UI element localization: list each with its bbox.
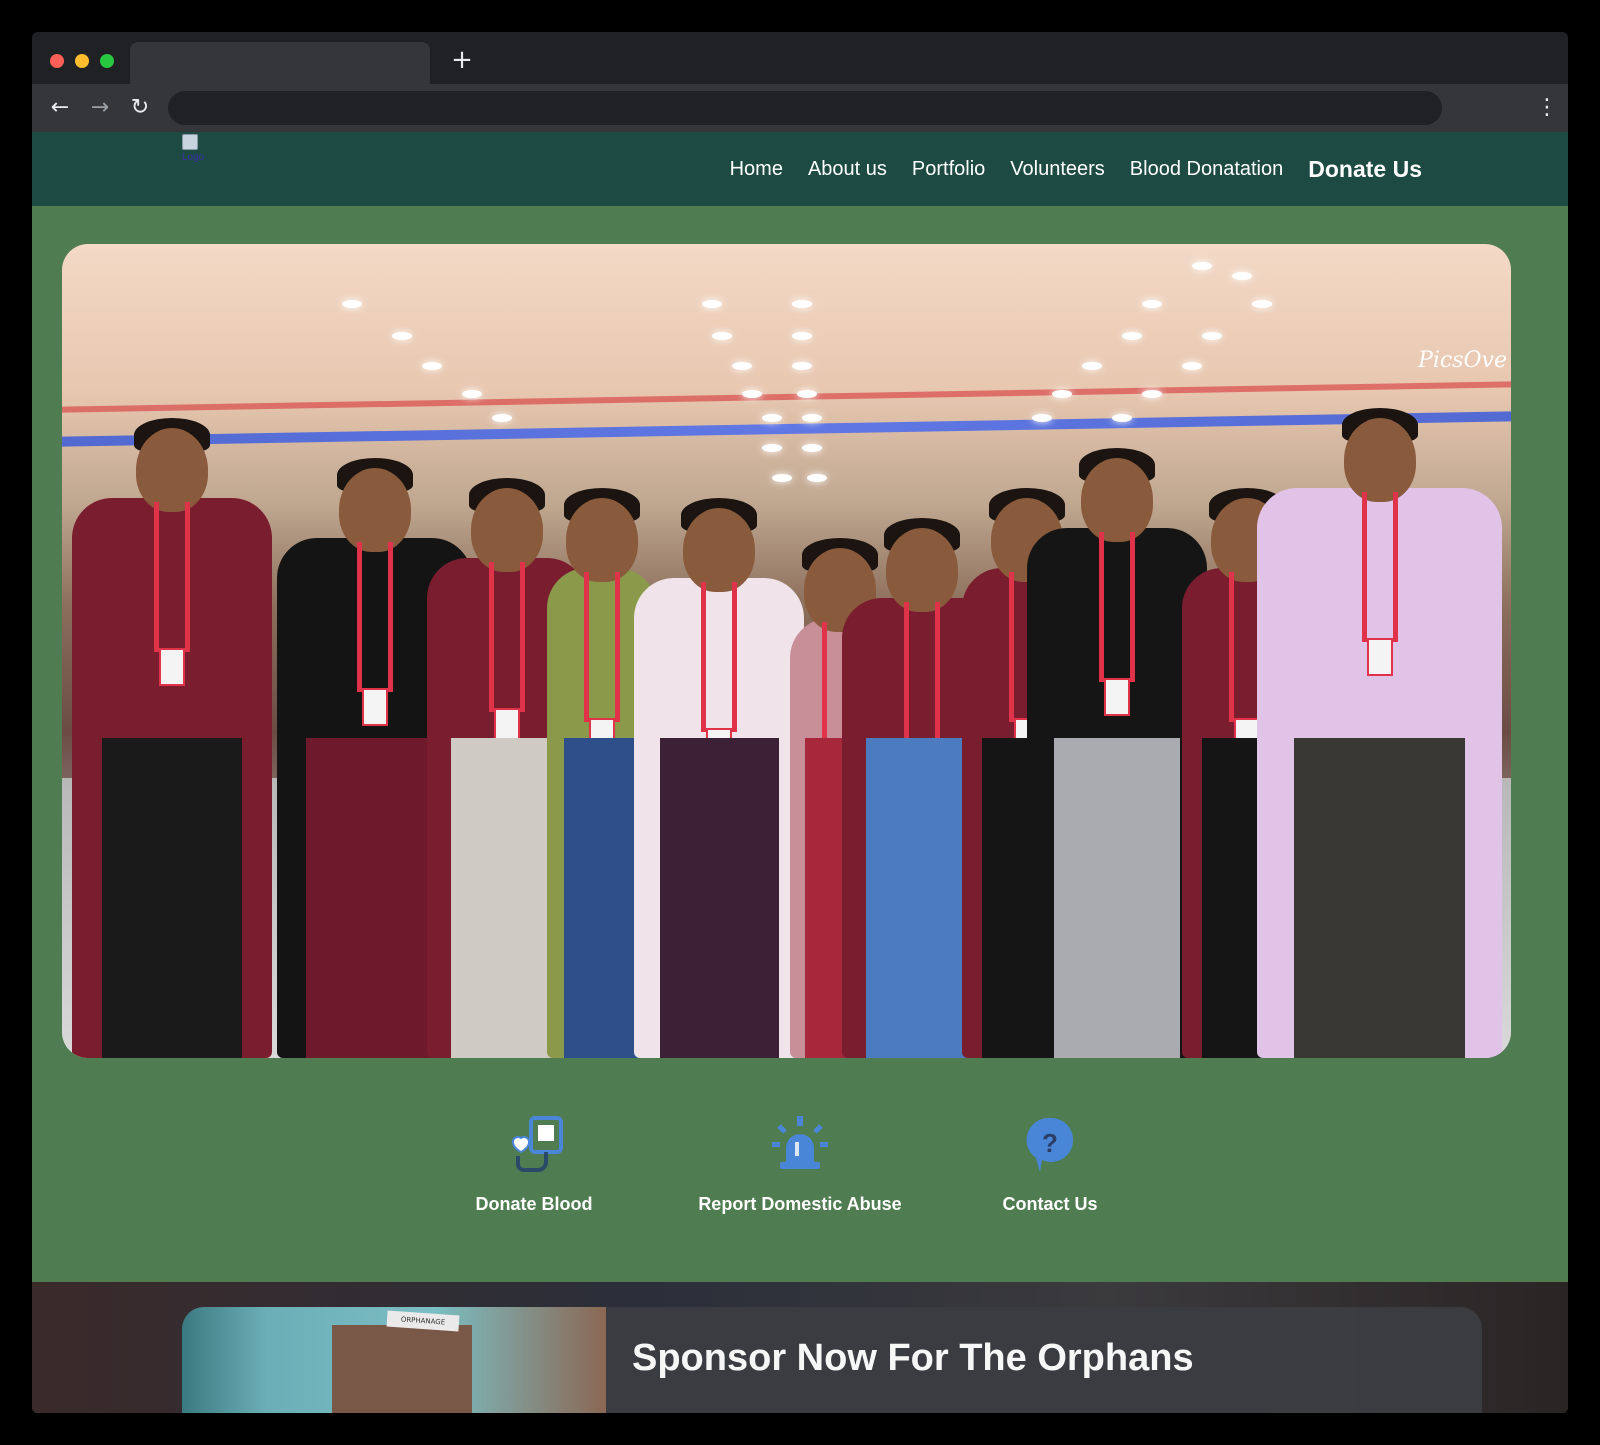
service-label: Contact Us [1002,1194,1098,1214]
ceiling-light [802,444,822,452]
volunteer-person [72,418,272,1058]
ceiling-light [1142,300,1162,308]
service-report-abuse[interactable]: Report Domestic Abuse [690,1112,910,1215]
service-label: Report Domestic Abuse [698,1194,902,1214]
volunteer-person [1027,448,1207,1058]
ceiling-light [792,362,812,370]
sponsor-card[interactable]: ORPHANAGE Sponsor Now For The Orphans [182,1307,1482,1413]
ceiling-light [762,414,782,422]
services-row: Donate Blood Report Domestic Abuse ? Con… [32,1112,1568,1232]
ceiling-light [702,300,722,308]
orphanage-building [332,1325,472,1413]
sponsor-title: Sponsor Now For The Orphans [632,1337,1194,1379]
ceiling-light [1122,332,1142,340]
ceiling-light [422,362,442,370]
ceiling-light [1112,414,1132,422]
hero-image: PicsOve [62,244,1511,1058]
ceiling-light [802,414,822,422]
ceiling-light [792,332,812,340]
address-bar[interactable] [168,91,1442,125]
nav-home[interactable]: Home [730,158,783,181]
nav-portfolio[interactable]: Portfolio [912,158,985,181]
ceiling-light [1032,414,1052,422]
ceiling-red-band [62,381,1511,413]
forward-arrow-icon[interactable]: → [84,92,116,124]
ceiling-light [1182,362,1202,370]
ceiling-light [807,474,827,482]
ceiling-light [772,474,792,482]
back-arrow-icon[interactable]: ← [44,92,76,124]
close-window-button[interactable] [50,54,64,68]
main-nav: Home About us Portfolio Volunteers Blood… [730,156,1422,183]
browser-window: + ← → ↻ ⋮ Logo Home About us Portfolio V… [32,32,1568,1413]
service-donate-blood[interactable]: Donate Blood [472,1112,596,1215]
minimize-window-button[interactable] [75,54,89,68]
reload-icon[interactable]: ↻ [124,92,156,124]
ceiling-light [1082,362,1102,370]
ceiling-light [1192,262,1212,270]
logo-alt-text: Logo [182,152,205,163]
ceiling-light [1232,272,1252,280]
question-bubble-icon: ? [1026,1117,1074,1172]
ceiling-light [1252,300,1272,308]
browser-toolbar: ← → ↻ ⋮ [32,84,1568,132]
ceiling-light [797,390,817,398]
ceiling-light [492,414,512,422]
new-tab-button[interactable]: + [448,46,476,74]
svg-text:?: ? [1042,1128,1058,1158]
page-viewport: Logo Home About us Portfolio Volunteers … [32,132,1568,1413]
orphanage-image: ORPHANAGE [182,1307,606,1413]
nav-blood-donation[interactable]: Blood Donatation [1130,158,1283,181]
nav-volunteers[interactable]: Volunteers [1010,158,1105,181]
nav-about-us[interactable]: About us [808,158,887,181]
ceiling-light [732,362,752,370]
ceiling-light [342,300,362,308]
ceiling-light [712,332,732,340]
photo-watermark: PicsOve [1418,348,1507,373]
ceiling-light [742,390,762,398]
ceiling-blue-band [62,411,1511,447]
sponsor-section: ORPHANAGE Sponsor Now For The Orphans [32,1282,1568,1413]
nav-donate-us[interactable]: Donate Us [1308,156,1422,183]
ceiling-light [1202,332,1222,340]
site-logo[interactable]: Logo [182,132,222,166]
service-contact-us[interactable]: ? Contact Us [998,1112,1102,1215]
volunteer-person [634,498,804,1058]
ceiling-light [762,444,782,452]
blood-donation-icon [511,1116,563,1172]
service-label: Donate Blood [475,1194,593,1214]
tab-strip: + [32,32,1568,84]
maximize-window-button[interactable] [100,54,114,68]
browser-tab[interactable] [130,42,430,84]
ceiling-light [1142,390,1162,398]
ceiling-light [792,300,812,308]
ceiling-light [1052,390,1072,398]
ceiling-light [392,332,412,340]
broken-image-icon [182,134,198,150]
browser-menu-icon[interactable]: ⋮ [1536,92,1558,124]
ceiling-light [462,390,482,398]
alarm-siren-icon [772,1116,828,1169]
site-header: Logo Home About us Portfolio Volunteers … [32,132,1568,206]
volunteer-person [1257,408,1502,1058]
